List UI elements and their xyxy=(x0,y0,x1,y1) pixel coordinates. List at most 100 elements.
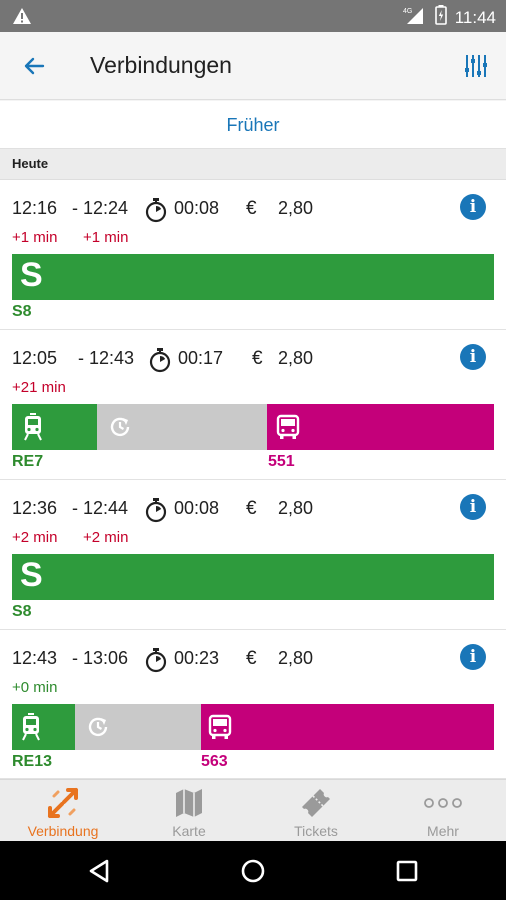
day-section-header: Heute xyxy=(0,149,506,180)
nav-tab-tickets[interactable]: Tickets xyxy=(253,780,379,842)
back-button[interactable] xyxy=(14,46,54,86)
duration: 00:17 xyxy=(178,348,224,368)
connection-row[interactable]: 12:36 - 12:44 00:08 € 2,80 i +2 min +2 m… xyxy=(0,480,506,630)
nav-label: Tickets xyxy=(294,823,338,839)
bottom-navigation: Verbindung Karte Tickets Mehr xyxy=(0,779,506,841)
train-icon xyxy=(18,412,48,442)
status-time: 11:44 xyxy=(454,7,496,27)
section-label: Heute xyxy=(12,156,49,171)
line-label: RE13 xyxy=(12,753,53,770)
arrival-time: - 12:43 xyxy=(78,348,135,368)
arrival-time: - 12:24 xyxy=(72,198,129,218)
leg-sbahn: S xyxy=(12,554,494,600)
stopwatch-icon xyxy=(144,497,168,528)
connection-times: 12:43 - 13:06 00:23 € 2,80 xyxy=(12,648,452,673)
nav-label: Mehr xyxy=(427,823,459,839)
line-label: 563 xyxy=(201,753,228,770)
line-label: 551 xyxy=(268,453,295,470)
stopwatch-icon xyxy=(144,647,168,678)
arrival-time: - 13:06 xyxy=(72,648,129,668)
info-button[interactable]: i xyxy=(460,494,486,520)
ticket-icon xyxy=(296,784,336,822)
system-back-button[interactable] xyxy=(82,855,116,887)
departure-time: 12:16 xyxy=(12,198,58,218)
leg-bus xyxy=(201,704,494,750)
arrow-left-icon xyxy=(24,57,45,75)
nav-label: Karte xyxy=(172,823,206,839)
bus-icon xyxy=(273,412,303,442)
status-bar: 4G 11:44 xyxy=(0,0,506,32)
leg-train xyxy=(12,404,97,450)
app-bar: Verbindungen xyxy=(0,32,506,100)
duration: 00:23 xyxy=(174,648,220,668)
system-recents-button[interactable] xyxy=(390,855,424,887)
earlier-connections-button[interactable]: Früher xyxy=(0,101,506,149)
nav-tab-mehr[interactable]: Mehr xyxy=(380,780,506,842)
connection-times: 12:05 - 12:43 00:17 € 2,80 xyxy=(12,348,452,373)
journey-legs: S xyxy=(12,254,494,300)
leg-bus xyxy=(267,404,494,450)
journey-legs xyxy=(12,704,494,750)
line-label: RE7 xyxy=(12,453,44,470)
bus-icon xyxy=(205,712,235,742)
euro-icon: € xyxy=(246,198,257,219)
price: 2,80 xyxy=(278,348,314,368)
warning-icon xyxy=(12,7,32,30)
system-navigation-bar xyxy=(0,841,506,900)
connection-row[interactable]: 12:16 - 12:24 00:08 € 2,80 i +1 min +1 m… xyxy=(0,180,506,330)
line-label: S8 xyxy=(12,303,32,320)
nav-tab-verbindung[interactable]: Verbindung xyxy=(0,780,126,842)
arrival-delay: +2 min xyxy=(83,529,129,546)
duration: 00:08 xyxy=(174,198,220,218)
map-icon xyxy=(169,784,209,822)
page-title: Verbindungen xyxy=(90,52,232,78)
s-bahn-icon: S xyxy=(20,256,43,294)
connection-row[interactable]: 12:43 - 13:06 00:23 € 2,80 i +0 min RE13… xyxy=(0,630,506,779)
wait-clock-icon xyxy=(105,412,135,442)
connection-times: 12:36 - 12:44 00:08 € 2,80 xyxy=(12,498,452,523)
journey-legs xyxy=(12,404,494,450)
battery-icon xyxy=(434,5,447,30)
price: 2,80 xyxy=(278,498,314,518)
price: 2,80 xyxy=(278,198,314,218)
departure-time: 12:05 xyxy=(12,348,58,368)
departure-delay: +0 min xyxy=(12,679,58,696)
stopwatch-icon xyxy=(148,347,172,378)
info-button[interactable]: i xyxy=(460,344,486,370)
arrival-time: - 12:44 xyxy=(72,498,129,518)
circle-home-icon xyxy=(241,859,265,883)
euro-icon: € xyxy=(252,348,263,369)
connection-row[interactable]: 12:05 - 12:43 00:17 € 2,80 i +21 min RE7… xyxy=(0,330,506,480)
more-dots-icon xyxy=(423,784,463,822)
departure-delay: +21 min xyxy=(12,379,66,396)
info-button[interactable]: i xyxy=(460,194,486,220)
filter-settings-button[interactable] xyxy=(456,46,496,86)
departure-time: 12:43 xyxy=(12,648,58,668)
connection-arrows-icon xyxy=(43,784,83,822)
nav-label: Verbindung xyxy=(27,823,99,839)
train-icon xyxy=(16,712,46,742)
leg-wait xyxy=(75,704,201,750)
departure-delay: +2 min xyxy=(12,529,58,546)
filter-settings-icon xyxy=(465,55,487,77)
system-home-button[interactable] xyxy=(236,855,270,887)
nav-tab-karte[interactable]: Karte xyxy=(126,780,252,842)
s-bahn-icon: S xyxy=(20,556,43,594)
connection-times: 12:16 - 12:24 00:08 € 2,80 xyxy=(12,198,452,223)
info-button[interactable]: i xyxy=(460,644,486,670)
leg-wait xyxy=(97,404,267,450)
leg-sbahn: S xyxy=(12,254,494,300)
departure-time: 12:36 xyxy=(12,498,58,518)
stopwatch-icon xyxy=(144,197,168,228)
arrival-delay: +1 min xyxy=(83,229,129,246)
euro-icon: € xyxy=(246,648,257,669)
triangle-back-icon xyxy=(89,859,109,883)
departure-delay: +1 min xyxy=(12,229,58,246)
svg-text:4G: 4G xyxy=(403,8,412,15)
cell-signal-icon: 4G xyxy=(401,5,427,30)
wait-clock-icon xyxy=(83,712,113,742)
journey-legs: S xyxy=(12,554,494,600)
price: 2,80 xyxy=(278,648,314,668)
leg-train xyxy=(12,704,75,750)
euro-icon: € xyxy=(246,498,257,519)
